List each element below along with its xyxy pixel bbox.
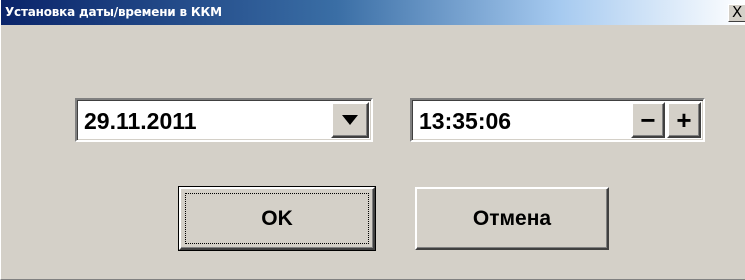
cancel-button[interactable]: Отмена bbox=[415, 187, 609, 250]
plus-icon: + bbox=[676, 105, 692, 135]
date-value[interactable]: 29.11.2011 bbox=[84, 108, 197, 135]
time-increment-button[interactable]: + bbox=[667, 102, 701, 138]
date-picker[interactable]: 29.11.2011 bbox=[75, 98, 373, 142]
time-value[interactable]: 13:35:06 bbox=[419, 108, 511, 135]
window-title: Установка даты/времени в ККМ bbox=[5, 5, 222, 19]
dialog-window: Установка даты/времени в ККМ X 29.11.201… bbox=[0, 0, 745, 280]
ok-button-label: OK bbox=[261, 207, 293, 230]
ok-button[interactable]: OK bbox=[178, 186, 376, 251]
time-picker[interactable]: 13:35:06 − + bbox=[410, 98, 705, 142]
minus-icon: − bbox=[640, 105, 656, 135]
time-decrement-button[interactable]: − bbox=[631, 102, 665, 138]
cancel-button-label: Отмена bbox=[472, 207, 552, 230]
title-bar[interactable]: Установка даты/времени в ККМ X bbox=[1, 0, 745, 25]
date-dropdown-button[interactable] bbox=[331, 102, 369, 138]
close-button[interactable]: X bbox=[728, 3, 745, 22]
triangle-down-icon bbox=[342, 115, 358, 125]
close-icon: X bbox=[732, 3, 743, 21]
